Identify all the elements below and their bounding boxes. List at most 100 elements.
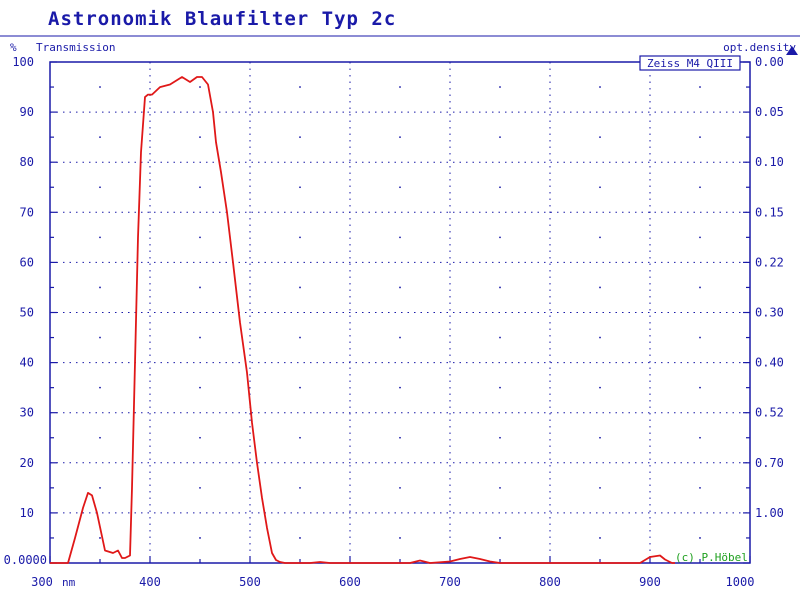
grid-dot xyxy=(299,486,301,489)
grid-dot xyxy=(199,486,201,489)
grid-dot xyxy=(499,537,501,539)
y2-tick-label: 0.30 xyxy=(755,306,784,320)
y-axis-label: Transmission xyxy=(36,41,115,54)
grid-dot xyxy=(299,86,301,88)
grid-dot xyxy=(699,486,701,489)
grid-dot xyxy=(99,286,101,289)
y2-tick-label: 0.22 xyxy=(755,255,784,269)
grid-dot xyxy=(499,336,501,339)
grid-dot xyxy=(199,436,201,439)
grid-dot xyxy=(399,286,401,289)
grid-dot xyxy=(199,336,201,339)
grid-dot xyxy=(499,286,501,289)
grid-dot xyxy=(199,286,201,289)
grid-dot xyxy=(399,86,401,88)
grid-dot xyxy=(599,86,601,88)
y-tick-label: 30 xyxy=(20,406,34,420)
grid-dot xyxy=(199,386,201,389)
y-tick-label: 90 xyxy=(20,105,34,119)
grid-dot xyxy=(699,336,701,339)
grid-dot xyxy=(699,136,701,139)
grid-dot xyxy=(599,537,601,539)
y2-tick-label: 1.00 xyxy=(755,506,784,520)
grid-dot xyxy=(99,186,101,189)
grid-dot xyxy=(499,486,501,489)
grid-dot xyxy=(199,537,201,539)
grid-dot xyxy=(399,486,401,489)
y2-tick-label: 0.40 xyxy=(755,356,784,370)
grid-dot xyxy=(299,136,301,139)
grid-dot xyxy=(399,336,401,339)
transmission-line xyxy=(50,76,675,564)
grid-dot xyxy=(99,386,101,389)
x-tick-label: 900 xyxy=(639,575,661,589)
grid-dot xyxy=(699,286,701,289)
grid-dot xyxy=(199,236,201,239)
grid-dot xyxy=(699,436,701,439)
y-tick-label: 40 xyxy=(20,356,34,370)
grid-dot xyxy=(299,286,301,289)
grid-dot xyxy=(399,386,401,389)
y2-tick-label: 0.52 xyxy=(755,406,784,420)
grid-dot xyxy=(299,436,301,439)
axis-ticks xyxy=(49,46,798,564)
grid-dot xyxy=(399,236,401,239)
y2-tick-label: 0.15 xyxy=(755,205,784,219)
x-tick-label: 1000 xyxy=(726,575,755,589)
grid-dot xyxy=(499,86,501,88)
grid-dot xyxy=(99,236,101,239)
grid xyxy=(50,62,750,563)
x-unit-label: nm xyxy=(62,576,76,589)
grid-dot xyxy=(399,537,401,539)
y-tick-label: 100 xyxy=(12,55,34,69)
grid-dot xyxy=(199,186,201,189)
grid-dot xyxy=(599,336,601,339)
grid-dot xyxy=(399,136,401,139)
grid-dot xyxy=(399,186,401,189)
grid-dot xyxy=(99,486,101,489)
y-tick-label: 70 xyxy=(20,205,34,219)
grid-dot xyxy=(699,236,701,239)
legend-box: Zeiss M4 QIII xyxy=(639,55,741,71)
grid-dot xyxy=(699,186,701,189)
grid-dot xyxy=(499,436,501,439)
grid-dot xyxy=(599,436,601,439)
grid-dot xyxy=(699,386,701,389)
grid-dot xyxy=(599,286,601,289)
grid-dot xyxy=(599,136,601,139)
grid-dot xyxy=(99,86,101,88)
grid-dot xyxy=(499,386,501,389)
y2-tick-label: 0.10 xyxy=(755,155,784,169)
grid-dot xyxy=(499,236,501,239)
x-tick-label: 500 xyxy=(239,575,261,589)
grid-dot xyxy=(99,136,101,139)
x-tick-label: 400 xyxy=(139,575,161,589)
grid-dot xyxy=(399,436,401,439)
grid-dot xyxy=(99,436,101,439)
grid-dot xyxy=(599,236,601,239)
tick-labels: 300 400 500 600 700 800 900 1000 0.0000 10 20 30 40 5… xyxy=(4,55,784,589)
grid-dot xyxy=(299,386,301,389)
grid-dot xyxy=(599,186,601,189)
grid-dot xyxy=(299,336,301,339)
copyright-annotation: (c) P.Höbel xyxy=(675,551,748,564)
grid-dot xyxy=(299,236,301,239)
y-tick-label: 60 xyxy=(20,255,34,269)
x-tick-label: 700 xyxy=(439,575,461,589)
grid-dot xyxy=(499,136,501,139)
grid-dot xyxy=(599,486,601,489)
grid-dot xyxy=(299,186,301,189)
x-tick-label: 300 xyxy=(31,575,53,589)
x-tick-label: 600 xyxy=(339,575,361,589)
y2-tick-label: 0.05 xyxy=(755,105,784,119)
grid-dot xyxy=(499,186,501,189)
grid-dot xyxy=(99,537,101,539)
grid-dot xyxy=(299,537,301,539)
y2-axis-label: opt.density xyxy=(723,41,796,54)
y-tick-label: 0.0000 xyxy=(4,553,47,567)
grid-dot xyxy=(99,336,101,339)
grid-dot xyxy=(699,86,701,88)
grid-dot xyxy=(599,386,601,389)
y-tick-label: 80 xyxy=(20,155,34,169)
legend-entry: Zeiss M4 QIII xyxy=(647,57,733,70)
